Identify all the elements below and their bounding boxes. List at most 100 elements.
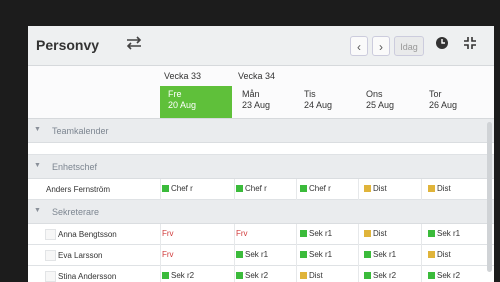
schedule-cell[interactable]: Sek r2 (364, 271, 396, 280)
table-row[interactable]: Anna Bengtsson Frv Frv Sek r1 Dist Sek r1 (28, 224, 494, 245)
status-color-icon (364, 272, 371, 279)
table-row[interactable]: Stina Andersson Sek r2 Sek r2 Dist Sek r2 Se… (28, 266, 494, 282)
grid-divider (358, 224, 359, 245)
schedule-cell[interactable]: Sek r1 (300, 229, 332, 238)
schedule-cell[interactable]: Frv (236, 229, 248, 238)
day-date: 20 Aug (168, 100, 197, 110)
schedule-cell-label: Sek r1 (309, 229, 333, 238)
schedule-cell[interactable]: Sek r2 (428, 271, 460, 280)
schedule-cell[interactable]: Dist (364, 184, 387, 193)
status-color-icon (162, 185, 169, 192)
grid-divider (421, 179, 422, 200)
schedule-cell[interactable]: Sek r2 (162, 271, 194, 280)
status-color-icon (428, 272, 435, 279)
schedule-cell-label: Dist (437, 250, 451, 259)
schedule-cell[interactable]: Sek r2 (236, 271, 268, 280)
grid-divider (234, 224, 235, 245)
grid-divider (421, 245, 422, 266)
schedule-cell-label: Frv (162, 250, 174, 259)
vertical-scrollbar[interactable] (487, 122, 492, 272)
status-color-icon (428, 251, 435, 258)
schedule-cell-label: Sek r2 (373, 271, 397, 280)
page-title: Personvy (36, 37, 100, 53)
collapse-icon (464, 37, 476, 49)
swap-view-button[interactable] (124, 36, 144, 56)
schedule-cell[interactable]: Dist (428, 250, 451, 259)
grid-divider (234, 245, 235, 266)
day-date: 26 Aug (429, 100, 458, 110)
section-sekreterare[interactable]: ▼ Sekreterare (28, 200, 494, 224)
schedule-cell-label: Dist (437, 184, 451, 193)
row-checkbox[interactable] (45, 271, 56, 282)
swap-arrows-icon (126, 36, 142, 50)
toolbar: Personvy ‹ › Idag (28, 26, 494, 66)
status-color-icon (300, 251, 307, 258)
schedule-cell[interactable]: Dist (364, 229, 387, 238)
schedule-cell[interactable]: Sek r1 (236, 250, 268, 259)
grid-divider (421, 266, 422, 282)
schedule-cell[interactable]: Frv (162, 229, 174, 238)
schedule-cell-label: Chef r (171, 184, 193, 193)
collapse-button[interactable] (460, 36, 480, 56)
chevron-down-icon: ▼ (34, 207, 41, 214)
schedule-cell-label: Sek r1 (373, 250, 397, 259)
schedule-cell[interactable]: Chef r (236, 184, 267, 193)
row-checkbox[interactable] (45, 229, 56, 240)
week-label: Vecka 34 (238, 71, 276, 81)
status-color-icon (364, 185, 371, 192)
day-of-week: Tor (429, 89, 442, 99)
schedule-cell[interactable]: Sek r1 (364, 250, 396, 259)
schedule-cell-label: Dist (373, 229, 387, 238)
schedule-cell[interactable]: Sek r1 (428, 229, 460, 238)
grid-divider (358, 266, 359, 282)
person-name: Stina Andersson (58, 272, 117, 281)
chevron-down-icon: ▼ (34, 162, 41, 169)
grid-divider (421, 224, 422, 245)
schedule-cell[interactable]: Dist (428, 184, 451, 193)
status-color-icon (300, 272, 307, 279)
today-button[interactable]: Idag (394, 36, 424, 56)
grid-divider (160, 266, 161, 282)
table-row[interactable]: Anders Fernström Chef r Chef r Chef r Dist D… (28, 179, 494, 200)
status-color-icon (428, 185, 435, 192)
chevron-left-icon: ‹ (357, 40, 361, 54)
grid-divider (160, 245, 161, 266)
schedule-cell[interactable]: Dist (300, 271, 323, 280)
grid-divider (296, 224, 297, 245)
day-header: Vecka 33 Vecka 34 Fre 20 Aug Mån 23 Aug … (28, 66, 494, 119)
status-color-icon (300, 185, 307, 192)
status-color-icon (236, 185, 243, 192)
row-checkbox[interactable] (45, 250, 56, 261)
day-column-header[interactable]: Fre 20 Aug (160, 86, 232, 118)
schedule-cell[interactable]: Frv (162, 250, 174, 259)
section-label: Sekreterare (52, 207, 100, 217)
grid-divider (160, 224, 161, 245)
grid-divider (234, 179, 235, 200)
status-color-icon (236, 251, 243, 258)
person-name: Eva Larsson (58, 251, 103, 260)
status-color-icon (236, 272, 243, 279)
week-label: Vecka 33 (164, 71, 202, 81)
status-color-icon (162, 272, 169, 279)
chevron-right-icon: › (379, 40, 383, 54)
status-color-icon (364, 230, 371, 237)
day-column-header[interactable]: Ons 25 Aug (358, 86, 430, 118)
schedule-cell-label: Sek r1 (245, 250, 269, 259)
grid-divider (296, 179, 297, 200)
status-color-icon (428, 230, 435, 237)
schedule-cell-label: Sek r2 (437, 271, 461, 280)
day-column-header[interactable]: Tor 26 Aug (421, 86, 493, 118)
grid-divider (160, 179, 161, 200)
day-of-week: Fre (168, 89, 182, 99)
app-screen: Personvy ‹ › Idag Vecka 33 Vecka 34 Fre … (28, 26, 494, 282)
previous-week-button[interactable]: ‹ (350, 36, 368, 56)
schedule-cell[interactable]: Sek r1 (300, 250, 332, 259)
next-week-button[interactable]: › (372, 36, 390, 56)
section-enhetschef[interactable]: ▼ Enhetschef (28, 155, 494, 179)
table-row[interactable]: Eva Larsson Frv Sek r1 Sek r1 Sek r1 Dist (28, 245, 494, 266)
clock-button[interactable] (432, 36, 452, 56)
schedule-cell[interactable]: Chef r (300, 184, 331, 193)
section-teamkalender[interactable]: ▼ Teamkalender (28, 119, 494, 143)
schedule-cell[interactable]: Chef r (162, 184, 193, 193)
status-color-icon (364, 251, 371, 258)
